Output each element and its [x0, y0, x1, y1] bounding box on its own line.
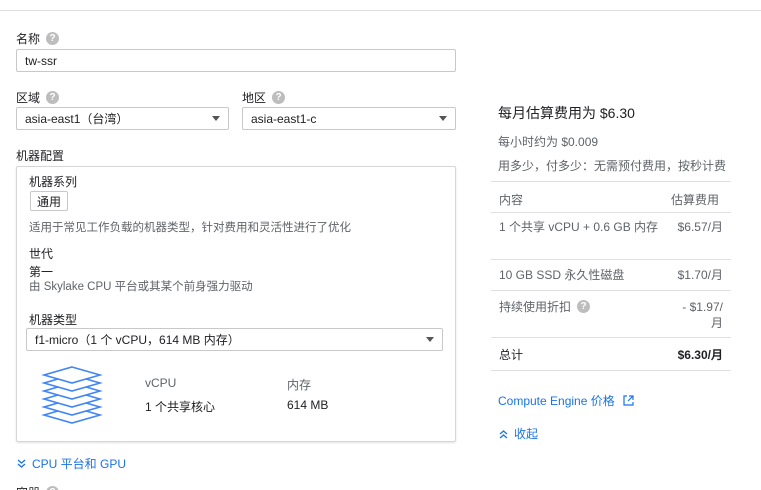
machine-layers-icon: [41, 365, 103, 425]
region-label: 区域: [16, 91, 41, 105]
cost-row-item: 1 个共享 vCPU + 0.6 GB 内存: [499, 220, 659, 234]
divider: [491, 181, 731, 182]
monthly-estimate-title: 每月估算费用为 $6.30: [498, 105, 635, 121]
container-label: 容器: [16, 484, 40, 490]
compute-engine-pricing-link[interactable]: Compute Engine 价格: [498, 392, 634, 409]
vcpu-label: vCPU: [145, 376, 177, 390]
collapse-toggle[interactable]: 收起: [499, 425, 538, 442]
machine-family-description: 适用于常见工作负载的机器类型，针对费用和灵活性进行了优化: [29, 222, 351, 234]
zone-select[interactable]: asia-east1-c: [242, 107, 456, 130]
divider: [491, 212, 731, 213]
compute-engine-pricing-text: Compute Engine 价格: [498, 394, 615, 408]
machine-family-label: 机器系列: [29, 175, 78, 189]
divider: [491, 337, 731, 338]
total-value: $6.30/月: [677, 348, 723, 362]
help-icon[interactable]: ?: [46, 91, 60, 104]
cost-row-value: $6.57/月: [677, 220, 723, 234]
machine-family-tab-general[interactable]: 通用: [30, 191, 69, 211]
region-select-value: asia-east1（台湾）: [25, 112, 129, 126]
machine-type-select-value: f1-micro（1 个 vCPU，614 MB 内存）: [35, 333, 240, 347]
chevron-down-icon: [212, 116, 220, 121]
name-label: 名称: [16, 32, 41, 46]
divider: [491, 259, 731, 260]
divider: [491, 290, 731, 291]
help-icon[interactable]: ?: [46, 486, 60, 490]
region-select[interactable]: asia-east1（台湾）: [16, 107, 229, 130]
cost-row-item: 10 GB SSD 永久性磁盘: [499, 268, 625, 282]
double-chevron-down-icon: [17, 459, 26, 468]
total-label: 总计: [499, 348, 524, 362]
machine-type-select[interactable]: f1-micro（1 个 vCPU，614 MB 内存）: [26, 328, 443, 351]
vcpu-value: 1 个共享核心: [145, 400, 216, 414]
region-label-row: 区域 ?: [16, 89, 60, 106]
name-label-row: 名称 ?: [16, 30, 60, 47]
help-icon[interactable]: ?: [46, 32, 60, 45]
zone-select-value: asia-east1-c: [251, 111, 317, 126]
name-input[interactable]: tw-ssr: [16, 49, 456, 72]
external-link-icon: [623, 395, 634, 406]
generation-description: 由 Skylake CPU 平台或其某个前身强力驱动: [29, 281, 253, 293]
divider: [491, 370, 731, 371]
double-chevron-up-icon: [499, 429, 508, 438]
zone-label-row: 地区 ?: [242, 89, 286, 106]
cpu-gpu-toggle[interactable]: CPU 平台和 GPU: [17, 455, 126, 472]
column-item-header: 内容: [499, 193, 524, 207]
machine-config-label: 机器配置: [16, 147, 64, 164]
chevron-down-icon: [426, 337, 434, 342]
zone-label: 地区: [242, 91, 267, 105]
discount-label: 持续使用折扣: [499, 300, 572, 314]
memory-value: 614 MB: [287, 398, 329, 412]
billing-note: 用多少，付多少：无需预付费用，按秒计费: [498, 159, 727, 173]
machine-config-label-text: 机器配置: [16, 149, 65, 163]
generation-label: 世代: [29, 247, 54, 261]
cpu-gpu-link-text: CPU 平台和 GPU: [32, 457, 127, 471]
help-icon[interactable]: ?: [272, 91, 286, 104]
cost-row-value: - $1.97/月: [682, 300, 723, 330]
hourly-estimate: 每小时约为 $0.009: [498, 135, 599, 149]
collapse-text: 收起: [514, 427, 539, 441]
help-icon[interactable]: ?: [577, 300, 591, 313]
name-input-value: tw-ssr: [25, 53, 57, 68]
cost-row-value: $1.70/月: [677, 268, 723, 282]
column-cost-header: 估算费用: [670, 193, 719, 207]
top-divider: [0, 10, 761, 11]
chevron-down-icon: [439, 116, 447, 121]
memory-label: 内存: [287, 378, 312, 392]
container-label-row: 容器 ?: [16, 484, 60, 490]
machine-config-panel: 机器系列 通用 适用于常见工作负载的机器类型，针对费用和灵活性进行了优化 世代 …: [16, 166, 456, 442]
machine-type-label: 机器类型: [29, 313, 78, 327]
discount-row-item: 持续使用折扣 ?: [499, 298, 591, 315]
